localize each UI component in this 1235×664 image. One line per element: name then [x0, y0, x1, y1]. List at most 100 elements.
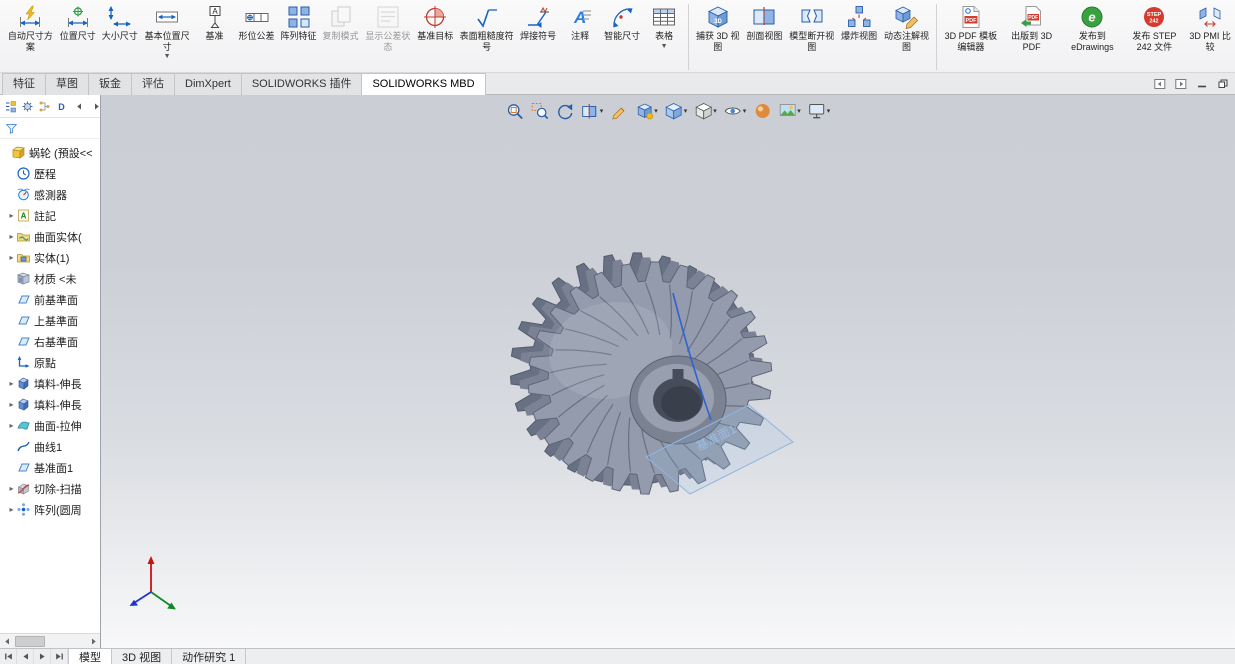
previous-view-button[interactable]: [554, 100, 576, 122]
expand-arrow-icon[interactable]: ▸: [7, 505, 16, 514]
bottom-tab-motion-study-1[interactable]: 动作研究 1: [172, 649, 247, 664]
scrollbar-track[interactable]: [14, 635, 86, 648]
tree-item-8[interactable]: 右基準面: [0, 331, 100, 352]
tree-item-9[interactable]: 原點: [0, 352, 100, 373]
tab-solidworks-addins[interactable]: SOLIDWORKS 插件: [240, 73, 363, 95]
exploded-view-button[interactable]: 爆炸视图: [838, 2, 880, 71]
tab-features[interactable]: 特征: [2, 73, 46, 95]
surface-finish-symbol-button[interactable]: 表面粗糙度符号: [456, 2, 517, 71]
apply-scene-button[interactable]: ▾: [776, 100, 803, 122]
basic-location-dimension-button[interactable]: 基本位置尺寸 ▼: [141, 2, 194, 71]
expand-arrow-icon[interactable]: ▸: [7, 253, 16, 262]
tree-item-13[interactable]: 曲线1: [0, 436, 100, 457]
size-dimension-button[interactable]: 大小尺寸: [99, 2, 141, 71]
dropdown-arrow-icon[interactable]: ▾: [600, 107, 604, 115]
scroll-right-icon[interactable]: [86, 634, 100, 648]
dynamic-annotation-views-button[interactable]: [608, 100, 630, 122]
publish-to-3d-pdf-button[interactable]: PDF 出版到 3D PDF: [1002, 2, 1062, 71]
dropdown-arrow-icon[interactable]: ▾: [827, 107, 831, 115]
tree-item-16[interactable]: ▸ 阵列(圆周: [0, 499, 100, 520]
publish-to-edrawings-button[interactable]: e 发布到 eDrawings: [1061, 2, 1123, 71]
tab-sketch[interactable]: 草图: [45, 73, 89, 95]
dropdown-arrow-icon[interactable]: ▾: [684, 107, 688, 115]
tree-item-3[interactable]: ▸ 曲面实体(: [0, 226, 100, 247]
edit-appearance-button[interactable]: [751, 100, 773, 122]
3d-pdf-template-editor-button[interactable]: PDF 3D PDF 模板编辑器: [940, 2, 1002, 71]
capture-3d-view-button[interactable]: 3D 捕获 3D 视图: [692, 2, 743, 71]
tree-item-6[interactable]: 前基準面: [0, 289, 100, 310]
view-orientation-button[interactable]: ▾: [663, 100, 690, 122]
graphics-viewport[interactable]: ▾ ▾ ▾ ▾ ▾ ▾ ▾ 基准面1: [101, 95, 1235, 648]
minimize-window-button[interactable]: [1194, 77, 1210, 91]
next-tab-icon[interactable]: [34, 649, 51, 664]
tree-item-0[interactable]: 歷程: [0, 163, 100, 184]
datum-target-button[interactable]: 基准目标: [414, 2, 456, 71]
configurationmanager-tab-icon[interactable]: [36, 98, 52, 114]
hide-show-items-button[interactable]: ▾: [722, 100, 749, 122]
note-button[interactable]: A 注释: [559, 2, 601, 71]
dropdown-arrow-icon[interactable]: ▾: [713, 107, 717, 115]
geometric-tolerance-button[interactable]: 形位公差: [236, 2, 278, 71]
expand-arrow-icon[interactable]: ▸: [7, 232, 16, 241]
3d-pmi-compare-button[interactable]: 3D PMI 比较: [1185, 2, 1235, 71]
expand-arrow-icon[interactable]: ▸: [7, 400, 16, 409]
tree-item-5[interactable]: 材质 <未: [0, 268, 100, 289]
dropdown-arrow-icon[interactable]: ▾: [743, 107, 747, 115]
expand-arrow-icon[interactable]: ▸: [7, 421, 16, 430]
featuremanager-tab-icon[interactable]: [2, 98, 18, 114]
filter-icon[interactable]: [3, 120, 19, 136]
dropdown-arrow-icon[interactable]: ▼: [164, 53, 171, 60]
tables-button[interactable]: 表格 ▼: [643, 2, 685, 71]
dynamic-annotation-views-button[interactable]: 动态注解视图: [880, 2, 933, 71]
tab-scroll-left-icon[interactable]: [71, 98, 87, 114]
section-view-button[interactable]: 剖面视图: [743, 2, 785, 71]
expand-arrow-icon[interactable]: ▸: [7, 379, 16, 388]
previous-tab-icon[interactable]: [17, 649, 34, 664]
dropdown-arrow-icon[interactable]: ▼: [661, 43, 668, 50]
orientation-triad[interactable]: [129, 556, 177, 610]
dropdown-arrow-icon[interactable]: ▾: [797, 107, 801, 115]
bottom-tab-model[interactable]: 模型: [69, 649, 112, 664]
display-style-button[interactable]: ▾: [692, 100, 719, 122]
view-settings-button[interactable]: ▾: [806, 100, 833, 122]
propertymanager-tab-icon[interactable]: [19, 98, 35, 114]
tab-dimxpert[interactable]: DimXpert: [174, 73, 242, 95]
bottom-tab-3d-views[interactable]: 3D 视图: [112, 649, 173, 664]
tree-item-11[interactable]: ▸ 填料-伸長: [0, 394, 100, 415]
section-view-button[interactable]: ▾: [579, 100, 606, 122]
scroll-left-icon[interactable]: [0, 634, 14, 648]
auto-dimension-scheme-button[interactable]: 自动尺寸方案: [4, 2, 57, 71]
dropdown-arrow-icon[interactable]: ▾: [654, 107, 658, 115]
tree-root-item[interactable]: 蜗轮 (預設<<: [0, 142, 100, 163]
pane-back-button[interactable]: [1152, 77, 1168, 91]
tree-item-15[interactable]: ▸ 切除-扫描: [0, 478, 100, 499]
tree-item-2[interactable]: ▸ A 註記: [0, 205, 100, 226]
pane-forward-button[interactable]: [1173, 77, 1189, 91]
location-dimension-button[interactable]: 位置尺寸: [57, 2, 99, 71]
restore-window-button[interactable]: [1215, 77, 1231, 91]
last-tab-icon[interactable]: [51, 649, 68, 664]
publish-step-242-button[interactable]: STEP 242 发布 STEP 242 文件: [1123, 2, 1185, 71]
tab-evaluate[interactable]: 评估: [131, 73, 175, 95]
tree-horizontal-scrollbar[interactable]: [0, 633, 100, 648]
tree-item-4[interactable]: ▸ 实体(1): [0, 247, 100, 268]
capture-3d-view-button[interactable]: ▾: [633, 100, 660, 122]
expand-arrow-icon[interactable]: ▸: [7, 211, 16, 220]
zoom-to-fit-button[interactable]: [504, 100, 526, 122]
expand-arrow-icon[interactable]: ▸: [7, 484, 16, 493]
smart-dimension-button[interactable]: 智能尺寸: [601, 2, 643, 71]
first-tab-icon[interactable]: [0, 649, 17, 664]
datum-button[interactable]: A 基准: [194, 2, 236, 71]
tree-item-10[interactable]: ▸ 填料-伸長: [0, 373, 100, 394]
tab-sheet-metal[interactable]: 钣金: [88, 73, 132, 95]
dimxpertmanager-tab-icon[interactable]: D: [53, 98, 69, 114]
tree-item-1[interactable]: 感測器: [0, 184, 100, 205]
model-break-view-button[interactable]: 模型断开视图: [785, 2, 838, 71]
weld-symbol-button[interactable]: 焊接符号: [517, 2, 559, 71]
tree-item-7[interactable]: 上基準面: [0, 310, 100, 331]
scrollbar-thumb[interactable]: [15, 635, 45, 647]
tab-solidworks-mbd[interactable]: SOLIDWORKS MBD: [361, 73, 486, 95]
zoom-to-area-button[interactable]: [529, 100, 551, 122]
tree-item-14[interactable]: 基准面1: [0, 457, 100, 478]
tree-item-12[interactable]: ▸ 曲面-拉伸: [0, 415, 100, 436]
